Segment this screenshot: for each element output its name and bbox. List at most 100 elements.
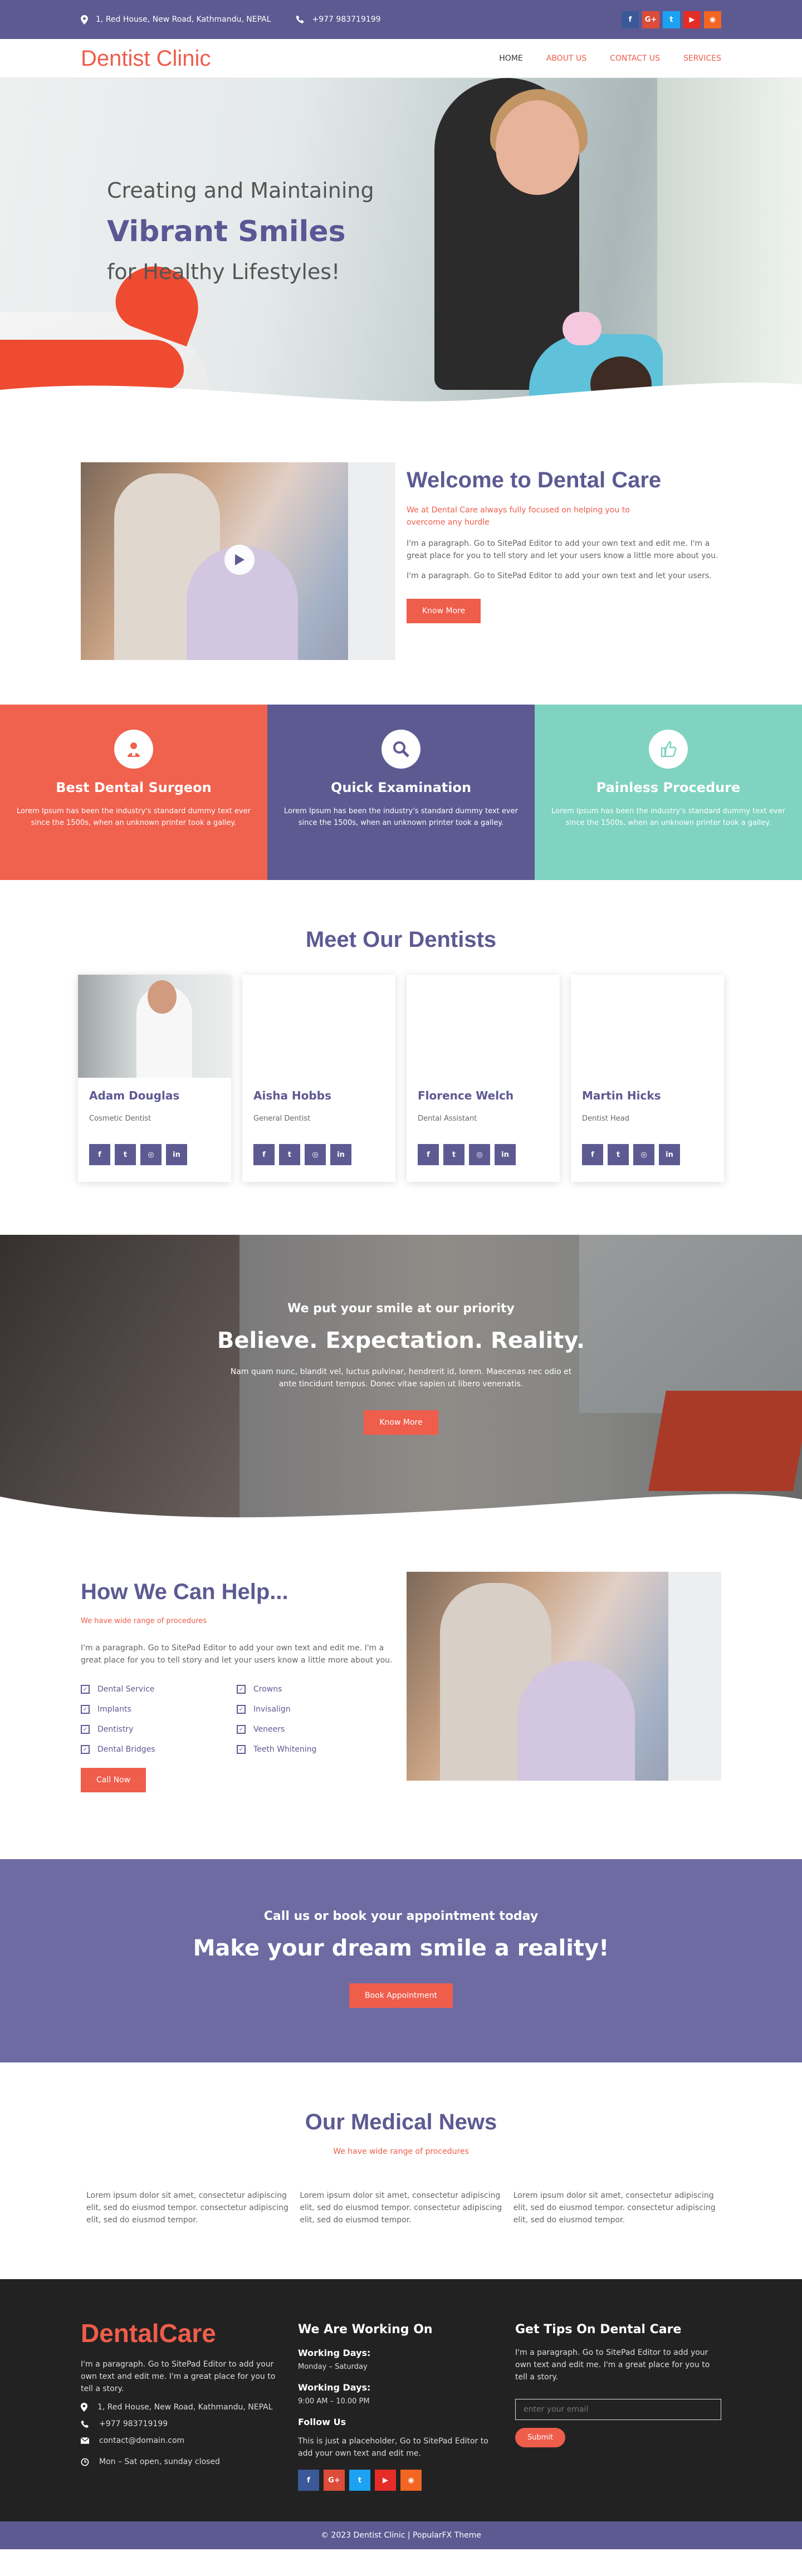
topbar-phone[interactable]: +977 983719199: [296, 15, 381, 24]
facebook-icon[interactable]: f: [253, 1144, 275, 1165]
twitter-icon[interactable]: t: [279, 1144, 300, 1165]
dentist-name: Florence Welch: [418, 1089, 514, 1102]
nav-about-us[interactable]: ABOUT US: [546, 54, 586, 63]
footer-phone-text: +977 983719199: [99, 2419, 168, 2428]
book-appointment-button[interactable]: Book Appointment: [349, 1983, 453, 2008]
instagram-icon[interactable]: ◎: [305, 1144, 326, 1165]
nav-contact-us[interactable]: CONTACT US: [610, 54, 660, 63]
newsletter-email-input[interactable]: [515, 2399, 721, 2420]
topbar-address: 1, Red House, New Road, Kathmandu, NEPAL: [81, 14, 271, 25]
facebook-icon[interactable]: f: [298, 2470, 319, 2491]
dentist-role: Dental Assistant: [418, 1115, 477, 1123]
footer-phone[interactable]: +977 983719199: [81, 2419, 287, 2428]
banner-know-more-button[interactable]: Know More: [364, 1410, 438, 1435]
news-item: Lorem ipsum dolor sit amet, consectetur …: [86, 2191, 288, 2225]
footer-address: 1, Red House, New Road, Kathmandu, NEPAL: [81, 2403, 287, 2412]
feature-title: Painless Procedure: [596, 780, 741, 795]
service-label: Dental Service: [97, 1685, 155, 1694]
surgeon-icon: [114, 730, 153, 769]
linkedin-icon[interactable]: in: [495, 1144, 516, 1165]
check-icon: ✓: [81, 1745, 90, 1754]
feature-title: Quick Examination: [330, 780, 472, 795]
clock-icon: [81, 2458, 89, 2466]
youtube-icon[interactable]: ▶: [683, 11, 701, 28]
dentist-role: Dentist Head: [582, 1115, 629, 1123]
google-plus-icon[interactable]: G+: [642, 11, 659, 28]
help-image-patient: [518, 1661, 635, 1781]
facebook-icon[interactable]: f: [418, 1144, 439, 1165]
service-item: ✓ Dentistry: [81, 1723, 237, 1736]
service-item: ✓ Implants: [81, 1703, 237, 1715]
rss-icon[interactable]: ◉: [400, 2470, 422, 2491]
news-list: Lorem ipsum dolor sit amet, consectetur …: [81, 2189, 721, 2226]
facebook-icon[interactable]: f: [622, 11, 639, 28]
twitter-icon[interactable]: t: [349, 2470, 370, 2491]
know-more-button[interactable]: Know More: [407, 599, 481, 623]
twitter-icon[interactable]: t: [443, 1144, 464, 1165]
footer-logo[interactable]: DentalCare: [81, 2318, 287, 2348]
feature-text: Lorem Ipsum has been the industry's stan…: [17, 807, 251, 827]
feature-card: Quick Examination Lorem Ipsum has been t…: [267, 705, 535, 880]
footer-hours-text: Mon – Sat open, sunday closed: [99, 2457, 220, 2466]
envelope-icon: [81, 2437, 89, 2444]
twitter-icon[interactable]: t: [115, 1144, 136, 1165]
appointment-tagline: Call us or book your appointment today: [263, 1909, 539, 1923]
footer-tips: Get Tips On Dental Care I'm a paragraph.…: [515, 2318, 721, 2491]
site-logo[interactable]: Dentist Clinic: [81, 46, 211, 71]
topbar-address-text: 1, Red House, New Road, Kathmandu, NEPAL: [96, 15, 271, 24]
nav-home[interactable]: HOME: [499, 54, 522, 63]
dentist-role: General Dentist: [253, 1115, 311, 1123]
news-section: Our Medical News We have wide range of p…: [0, 2062, 802, 2279]
twitter-icon[interactable]: t: [663, 11, 680, 28]
dentist-photo: [571, 975, 724, 1078]
news-item: Lorem ipsum dolor sit amet, consectetur …: [513, 2191, 716, 2225]
footer-address-text: 1, Red House, New Road, Kathmandu, NEPAL: [97, 2403, 273, 2412]
topbar-social-links: f G+ t ▶ ◉: [622, 11, 721, 28]
call-now-button[interactable]: Call Now: [81, 1768, 146, 1792]
welcome-video[interactable]: [81, 462, 395, 660]
nav-services[interactable]: SERVICES: [683, 54, 721, 63]
instagram-icon[interactable]: ◎: [633, 1144, 654, 1165]
instagram-icon[interactable]: ◎: [469, 1144, 490, 1165]
footer-working-title: We Are Working On: [298, 2323, 433, 2337]
hero-line-3: for Healthy Lifestyles!: [107, 260, 340, 284]
dentist-photo: [78, 975, 231, 1078]
news-title: Our Medical News: [305, 2110, 497, 2134]
service-item: ✓ Dental Bridges: [81, 1743, 237, 1756]
service-label: Invisalign: [253, 1705, 291, 1714]
footer-wd1-value: Monday – Saturday: [298, 2363, 368, 2371]
hero-text: Creating and Maintaining Vibrant Smiles …: [107, 178, 374, 284]
map-pin-icon: [81, 2403, 87, 2412]
twitter-icon[interactable]: t: [608, 1144, 629, 1165]
hero-image-face: [496, 100, 579, 195]
service-item: ✓ Teeth Whitening: [237, 1743, 393, 1756]
facebook-icon[interactable]: f: [89, 1144, 110, 1165]
footer-email[interactable]: contact@domain.com: [81, 2436, 287, 2445]
dentist-social: f t ◎ in: [89, 1144, 231, 1165]
check-icon: ✓: [237, 1745, 246, 1754]
help-text: How We Can Help... We have wide range of…: [81, 1572, 395, 1792]
linkedin-icon[interactable]: in: [330, 1144, 351, 1165]
footer-follow-text: This is just a placeholder, Go to SitePa…: [298, 2437, 488, 2458]
appointment-section: Call us or book your appointment today M…: [0, 1859, 802, 2062]
dentist-role: Cosmetic Dentist: [89, 1115, 151, 1123]
check-icon: ✓: [81, 1685, 90, 1694]
facebook-icon[interactable]: f: [582, 1144, 603, 1165]
linkedin-icon[interactable]: in: [166, 1144, 187, 1165]
rss-icon[interactable]: ◉: [704, 11, 721, 28]
google-plus-icon[interactable]: G+: [324, 2470, 345, 2491]
welcome-section: Welcome to Dental Care We at Dental Care…: [0, 407, 802, 705]
search-icon: [382, 730, 420, 769]
linkedin-icon[interactable]: in: [659, 1144, 680, 1165]
play-icon[interactable]: [224, 545, 255, 575]
feature-card: Painless Procedure Lorem Ipsum has been …: [535, 705, 802, 880]
instagram-icon[interactable]: ◎: [140, 1144, 162, 1165]
youtube-icon[interactable]: ▶: [375, 2470, 396, 2491]
phone-icon: [81, 2420, 89, 2428]
check-icon: ✓: [237, 1685, 246, 1694]
footer-tips-text: I'm a paragraph. Go to SitePad Editor to…: [515, 2348, 710, 2382]
help-image-assistant: [668, 1572, 721, 1781]
top-bar: 1, Red House, New Road, Kathmandu, NEPAL…: [0, 0, 802, 39]
check-icon: ✓: [81, 1705, 90, 1714]
submit-button[interactable]: Submit: [515, 2428, 566, 2447]
